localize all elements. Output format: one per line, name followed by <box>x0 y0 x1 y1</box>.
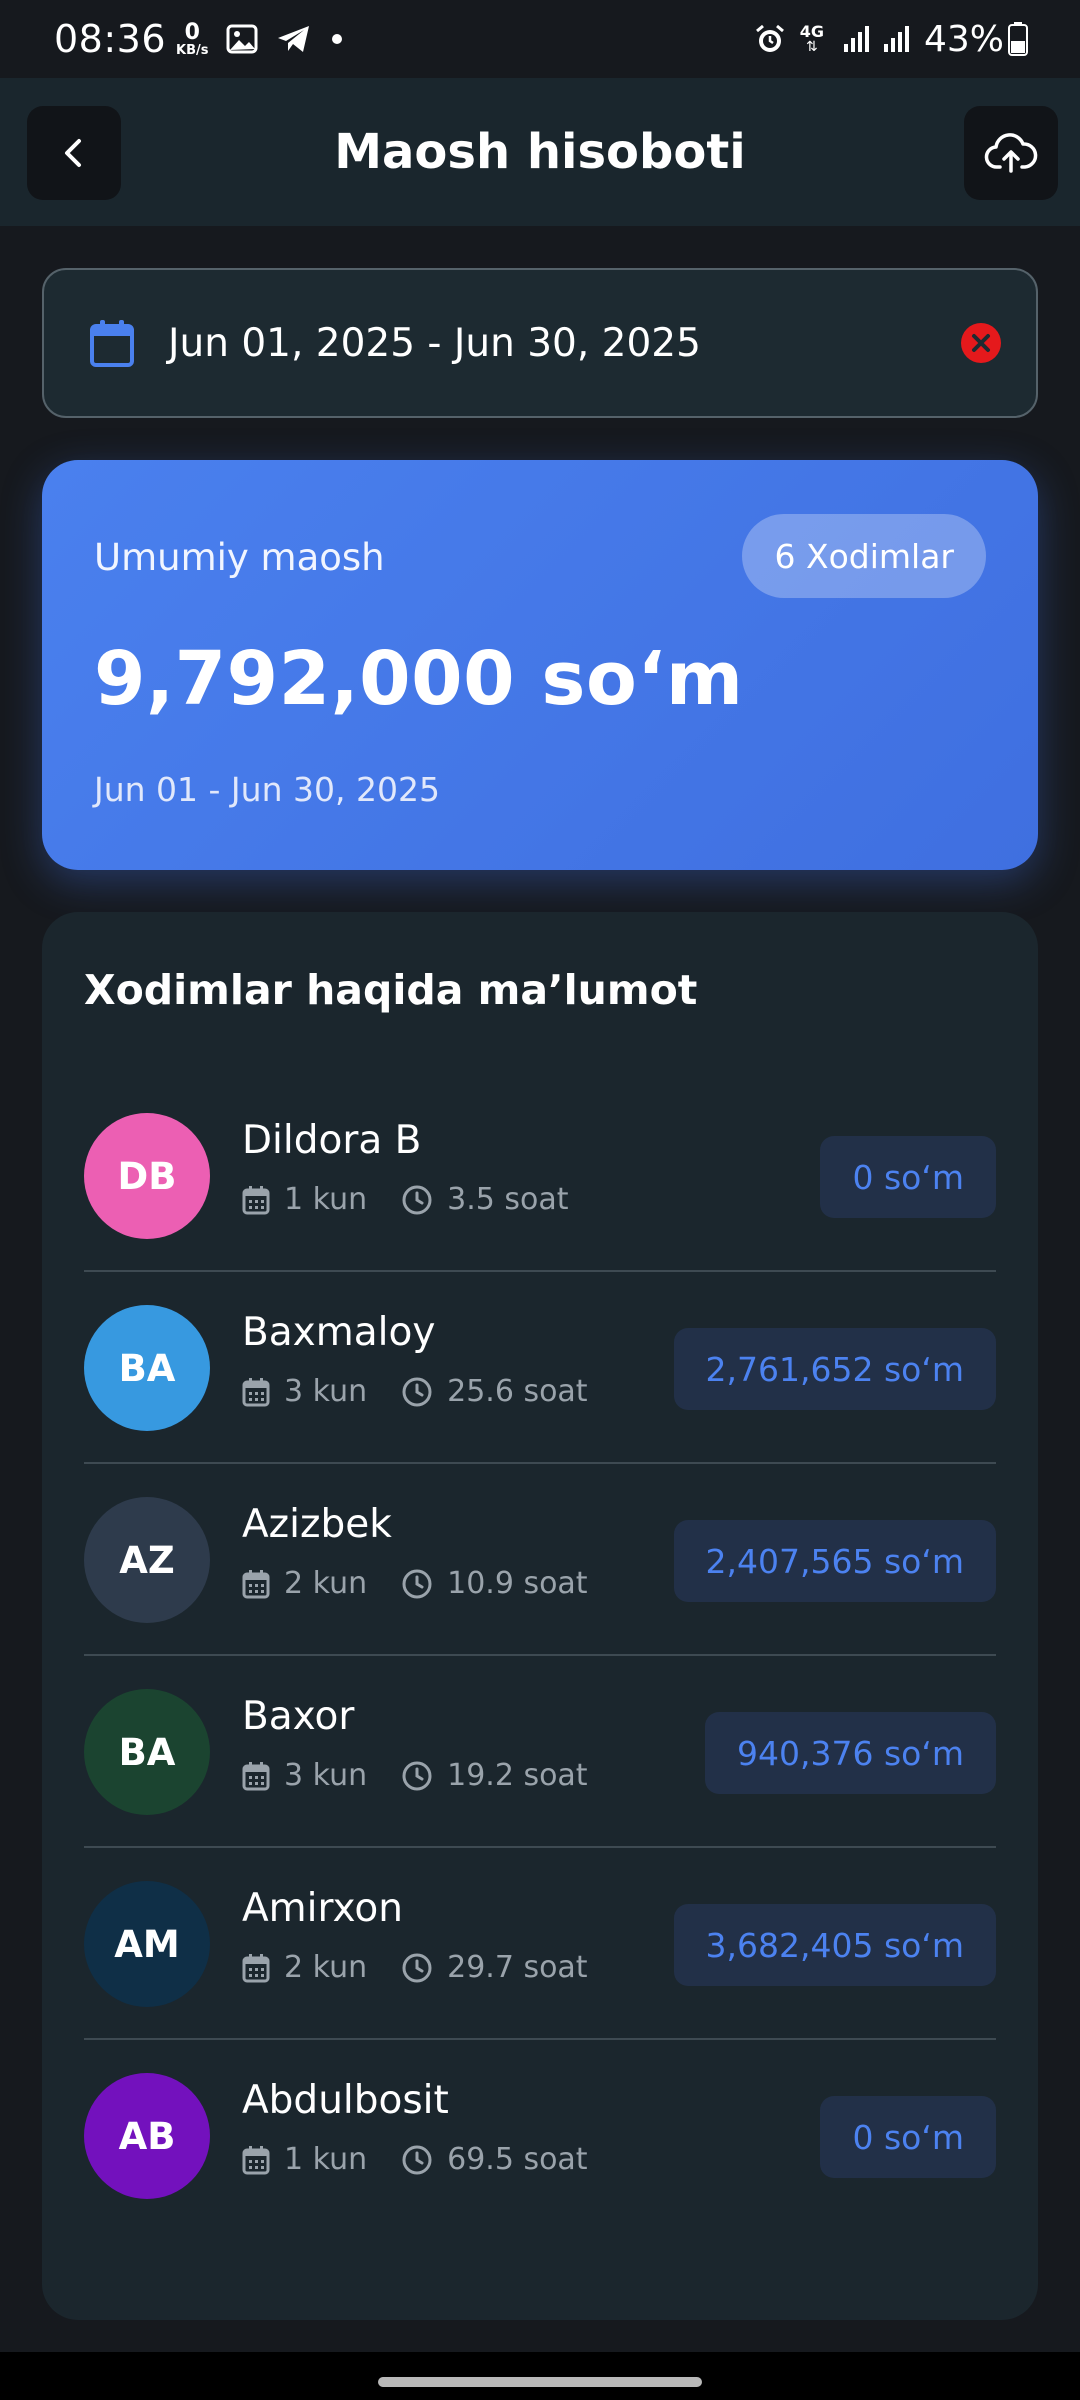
calendar-icon <box>242 1569 270 1598</box>
back-button[interactable] <box>27 106 121 200</box>
clear-date-button[interactable] <box>960 322 1002 364</box>
employee-row[interactable]: DB Dildora B 1 kun 3.5 soat 0 so‘m <box>84 1080 996 1272</box>
notification-dot-icon <box>332 34 343 44</box>
clock-icon <box>402 1377 432 1406</box>
employee-days: 1 kun <box>284 2142 368 2177</box>
app-header: Maosh hisoboti <box>0 78 1080 226</box>
calendar-icon <box>242 1185 270 1214</box>
employee-meta: 2 kun 29.7 soat <box>242 1950 588 1985</box>
signal-icon-2 <box>882 24 912 54</box>
cloud-upload-icon <box>984 133 1038 173</box>
net-speed-unit: KB/s <box>176 42 209 58</box>
employee-salary: 2,761,652 so‘m <box>673 1328 996 1410</box>
system-nav-bar <box>0 2352 1080 2400</box>
page-title: Maosh hisoboti <box>334 124 746 180</box>
clock-icon <box>402 1569 432 1598</box>
employee-salary: 3,682,405 so‘m <box>673 1904 996 1986</box>
employee-meta: 1 kun 69.5 soat <box>242 2142 588 2177</box>
employee-days: 1 kun <box>284 1182 368 1217</box>
employee-row[interactable]: AB Abdulbosit 1 kun 69.5 soat 0 so‘m <box>84 2040 996 2232</box>
employee-hours: 10.9 soat <box>447 1566 588 1601</box>
battery-icon <box>1008 22 1028 56</box>
employee-hours: 19.2 soat <box>447 1758 588 1793</box>
battery-percent: 43% <box>923 18 1004 60</box>
total-salary-value: 9,792,000 so‘m <box>94 636 744 722</box>
employee-name: Abdulbosit <box>242 2078 449 2123</box>
telegram-icon <box>276 24 312 54</box>
salary-summary-card: Umumiy maosh 6 Xodimlar 9,792,000 so‘m J… <box>42 460 1038 870</box>
employee-hours: 3.5 soat <box>447 1182 569 1217</box>
employee-meta: 2 kun 10.9 soat <box>242 1566 588 1601</box>
employee-row[interactable]: BA Baxor 3 kun 19.2 soat 940,376 so‘m <box>84 1656 996 1848</box>
calendar-icon <box>90 319 134 367</box>
employee-salary: 0 so‘m <box>820 1136 996 1218</box>
employee-days: 3 kun <box>284 1374 368 1409</box>
network-type-label: 4G <box>799 22 824 41</box>
employee-salary: 0 so‘m <box>820 2096 996 2178</box>
status-bar: 08:36 0 KB/s 4G ⇅ 43% <box>0 0 1080 78</box>
employee-row[interactable]: BA Baxmaloy 3 kun 25.6 soat 2,761,652 so… <box>84 1272 996 1464</box>
employee-days: 2 kun <box>284 1950 368 1985</box>
date-range-field[interactable]: Jun 01, 2025 - Jun 30, 2025 <box>42 268 1038 418</box>
employee-hours: 25.6 soat <box>447 1374 588 1409</box>
employee-meta: 3 kun 19.2 soat <box>242 1758 588 1793</box>
employee-hours: 69.5 soat <box>447 2142 588 2177</box>
employee-name: Baxmaloy <box>242 1310 436 1355</box>
avatar: BA <box>84 1689 210 1815</box>
calendar-icon <box>242 2145 270 2174</box>
data-arrows-icon: ⇅ <box>805 39 818 55</box>
employee-meta: 1 kun 3.5 soat <box>242 1182 569 1217</box>
avatar: AZ <box>84 1497 210 1623</box>
employee-meta: 3 kun 25.6 soat <box>242 1374 588 1409</box>
gallery-icon <box>226 24 258 54</box>
chevron-left-icon <box>65 139 81 167</box>
employee-name: Amirxon <box>242 1886 403 1931</box>
clock-icon <box>402 1953 432 1982</box>
employee-name: Dildora B <box>242 1118 422 1163</box>
employee-salary: 940,376 so‘m <box>705 1712 996 1794</box>
clock-icon <box>402 1761 432 1790</box>
calendar-icon <box>242 1761 270 1790</box>
employee-row[interactable]: AZ Azizbek 2 kun 10.9 soat 2,407,565 so‘… <box>84 1464 996 1656</box>
employee-salary: 2,407,565 so‘m <box>673 1520 996 1602</box>
employee-hours: 29.7 soat <box>447 1950 588 1985</box>
home-gesture-handle[interactable] <box>378 2377 702 2387</box>
employees-section-title: Xodimlar haqida ma’lumot <box>84 966 698 1014</box>
date-range-text: Jun 01, 2025 - Jun 30, 2025 <box>168 320 701 366</box>
employee-days: 3 kun <box>284 1758 368 1793</box>
employee-days: 2 kun <box>284 1566 368 1601</box>
calendar-icon <box>242 1377 270 1406</box>
signal-icon <box>842 24 872 54</box>
employees-card: Xodimlar haqida ma’lumot DB Dildora B 1 … <box>42 912 1038 2320</box>
total-salary-label: Umumiy maosh <box>94 536 385 579</box>
clock-icon <box>402 2145 432 2174</box>
clear-icon <box>961 323 1001 363</box>
alarm-icon <box>754 23 786 55</box>
employees-count-badge: 6 Xodimlar <box>742 514 986 598</box>
net-speed-value: 0 <box>184 19 200 45</box>
network-type: 4G ⇅ <box>799 22 824 55</box>
calendar-icon <box>242 1953 270 1982</box>
status-time: 08:36 <box>54 17 167 61</box>
avatar: AM <box>84 1881 210 2007</box>
summary-period: Jun 01 - Jun 30, 2025 <box>94 770 440 809</box>
employee-row[interactable]: AM Amirxon 2 kun 29.7 soat 3,682,405 so‘… <box>84 1848 996 2040</box>
net-speed: 0 KB/s <box>176 19 209 58</box>
upload-button[interactable] <box>964 106 1058 200</box>
avatar: AB <box>84 2073 210 2199</box>
avatar: DB <box>84 1113 210 1239</box>
clock-icon <box>402 1185 432 1214</box>
avatar: BA <box>84 1305 210 1431</box>
employee-name: Baxor <box>242 1694 355 1739</box>
employee-name: Azizbek <box>242 1502 392 1547</box>
